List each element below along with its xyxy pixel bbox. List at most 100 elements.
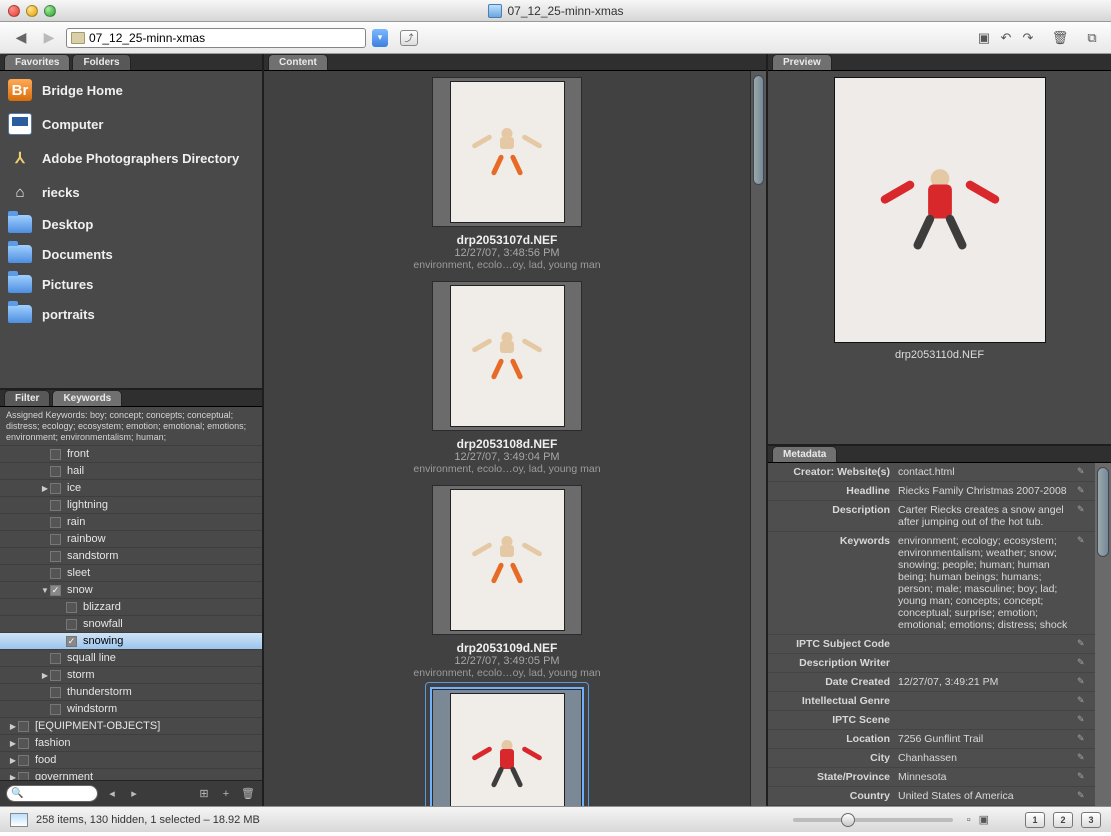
pencil-icon[interactable]: ✎ bbox=[1077, 466, 1091, 478]
thumbnail-cell[interactable]: drp2053109d.NEF12/27/07, 3:49:05 PMenvir… bbox=[398, 485, 616, 679]
thumbnail-cell[interactable]: ★★★ · ·drp2053110d.NEF12/27/07, 3:49:21 … bbox=[398, 689, 616, 806]
path-bar[interactable]: 07_12_25-minn-xmas bbox=[66, 28, 366, 48]
zoom-button[interactable] bbox=[44, 5, 56, 17]
new-folder-icon[interactable]: ▣ bbox=[975, 30, 993, 46]
keyword-row[interactable]: ▶fashion bbox=[0, 734, 262, 751]
keyword-checkbox[interactable] bbox=[50, 687, 61, 698]
keyword-checkbox[interactable] bbox=[50, 551, 61, 562]
keyword-row[interactable]: rainbow bbox=[0, 530, 262, 547]
keyword-row[interactable]: ▼✓snow bbox=[0, 581, 262, 598]
keyword-row[interactable]: blizzard bbox=[0, 598, 262, 615]
keyword-row[interactable]: ▶food bbox=[0, 751, 262, 768]
metadata-row[interactable]: HeadlineRiecks Family Christmas 2007-200… bbox=[768, 482, 1095, 501]
metadata-row[interactable]: Location7256 Gunflint Trail✎ bbox=[768, 730, 1095, 749]
new-keyword-icon[interactable]: + bbox=[218, 786, 234, 802]
keyword-checkbox[interactable] bbox=[18, 772, 29, 780]
thumbnail-cell[interactable]: drp2053107d.NEF12/27/07, 3:48:56 PMenvir… bbox=[398, 77, 616, 271]
keyword-checkbox[interactable] bbox=[66, 602, 77, 613]
disclosure-arrow-icon[interactable]: ▶ bbox=[40, 671, 50, 680]
tab-folders[interactable]: Folders bbox=[72, 54, 130, 70]
tab-preview[interactable]: Preview bbox=[772, 54, 832, 70]
new-subkeyword-icon[interactable]: ⊞ bbox=[196, 786, 212, 802]
keyword-row[interactable]: ▶storm bbox=[0, 666, 262, 683]
keyword-checkbox[interactable] bbox=[50, 449, 61, 460]
keyword-checkbox[interactable] bbox=[18, 738, 29, 749]
keyword-tree[interactable]: fronthail▶icelightningrainrainbowsandsto… bbox=[0, 445, 262, 780]
pencil-icon[interactable]: ✎ bbox=[1077, 695, 1091, 707]
pencil-icon[interactable]: ✎ bbox=[1077, 790, 1091, 802]
keyword-checkbox[interactable] bbox=[50, 653, 61, 664]
forward-button[interactable]: ▶ bbox=[38, 29, 60, 47]
keyword-row[interactable]: squall line bbox=[0, 649, 262, 666]
workspace-2-button[interactable]: 2 bbox=[1053, 812, 1073, 828]
metadata-row[interactable]: DescriptionCarter Riecks creates a snow … bbox=[768, 501, 1095, 532]
grid-large-icon[interactable]: ▣ bbox=[979, 813, 989, 826]
pencil-icon[interactable]: ✎ bbox=[1077, 535, 1091, 631]
statusbar-thumbnail-icon[interactable] bbox=[10, 813, 28, 827]
keyword-checkbox[interactable] bbox=[50, 500, 61, 511]
metadata-row[interactable]: CountryUnited States of America✎ bbox=[768, 787, 1095, 806]
disclosure-arrow-icon[interactable]: ▼ bbox=[40, 586, 50, 595]
preview-image[interactable] bbox=[834, 77, 1046, 343]
delete-keyword-icon[interactable]: 🗑 bbox=[240, 786, 256, 802]
keyword-row[interactable]: front bbox=[0, 445, 262, 462]
thumbnail-size-slider[interactable] bbox=[793, 818, 953, 822]
keyword-checkbox[interactable]: ✓ bbox=[50, 585, 61, 596]
disclosure-arrow-icon[interactable]: ▶ bbox=[8, 722, 18, 731]
tab-filter[interactable]: Filter bbox=[4, 390, 50, 406]
metadata-row[interactable]: CityChanhassen✎ bbox=[768, 749, 1095, 768]
keyword-checkbox[interactable] bbox=[50, 670, 61, 681]
path-dropdown[interactable]: ▾ bbox=[372, 29, 388, 47]
disclosure-arrow-icon[interactable]: ▶ bbox=[8, 756, 18, 765]
metadata-row[interactable]: Description Writer✎ bbox=[768, 654, 1095, 673]
thumbnail-cell[interactable]: drp2053108d.NEF12/27/07, 3:49:04 PMenvir… bbox=[398, 281, 616, 475]
content-scrollbar[interactable] bbox=[750, 71, 766, 806]
keyword-row[interactable]: rain bbox=[0, 513, 262, 530]
keyword-checkbox[interactable] bbox=[50, 517, 61, 528]
rotate-cw-icon[interactable]: ↷ bbox=[1019, 30, 1037, 46]
keyword-checkbox[interactable] bbox=[50, 534, 61, 545]
keyword-search-input[interactable]: 🔍 bbox=[6, 785, 98, 802]
metadata-row[interactable]: IPTC Subject Code✎ bbox=[768, 635, 1095, 654]
pencil-icon[interactable]: ✎ bbox=[1077, 657, 1091, 669]
keyword-checkbox[interactable]: ✓ bbox=[66, 636, 77, 647]
keyword-row[interactable]: ▶ice bbox=[0, 479, 262, 496]
metadata-row[interactable]: Keywordsenvironment; ecology; ecosystem;… bbox=[768, 532, 1095, 635]
fav-adobe-photo-dir[interactable]: ⅄Adobe Photographers Directory bbox=[0, 141, 262, 175]
fav-portraits[interactable]: portraits bbox=[0, 299, 262, 329]
metadata-row[interactable]: Date Created12/27/07, 3:49:21 PM✎ bbox=[768, 673, 1095, 692]
prev-keyword-icon[interactable]: ◂ bbox=[104, 786, 120, 802]
metadata-scrollbar[interactable] bbox=[1095, 463, 1111, 807]
pencil-icon[interactable]: ✎ bbox=[1077, 676, 1091, 688]
close-button[interactable] bbox=[8, 5, 20, 17]
keyword-checkbox[interactable] bbox=[66, 619, 77, 630]
grid-small-icon[interactable]: ▫ bbox=[967, 814, 971, 826]
disclosure-arrow-icon[interactable]: ▶ bbox=[8, 773, 18, 780]
keyword-row[interactable]: windstorm bbox=[0, 700, 262, 717]
fav-desktop[interactable]: Desktop bbox=[0, 209, 262, 239]
next-keyword-icon[interactable]: ▸ bbox=[126, 786, 142, 802]
keyword-checkbox[interactable] bbox=[18, 721, 29, 732]
tab-keywords[interactable]: Keywords bbox=[52, 390, 122, 406]
pencil-icon[interactable]: ✎ bbox=[1077, 485, 1091, 497]
pencil-icon[interactable]: ✎ bbox=[1077, 752, 1091, 764]
fav-computer[interactable]: Computer bbox=[0, 107, 262, 141]
go-up-button[interactable]: ⤴ bbox=[400, 30, 418, 46]
fav-riecks[interactable]: ⌂riecks bbox=[0, 175, 262, 209]
fav-bridge-home[interactable]: BrBridge Home bbox=[0, 73, 262, 107]
minimize-button[interactable] bbox=[26, 5, 38, 17]
tab-metadata[interactable]: Metadata bbox=[772, 446, 837, 462]
keyword-row[interactable]: snowfall bbox=[0, 615, 262, 632]
keyword-row[interactable]: thunderstorm bbox=[0, 683, 262, 700]
keyword-checkbox[interactable] bbox=[50, 704, 61, 715]
keyword-row[interactable]: ✓snowing bbox=[0, 632, 262, 649]
keyword-checkbox[interactable] bbox=[50, 466, 61, 477]
pencil-icon[interactable]: ✎ bbox=[1077, 504, 1091, 528]
keyword-row[interactable]: lightning bbox=[0, 496, 262, 513]
keyword-row[interactable]: sleet bbox=[0, 564, 262, 581]
fav-pictures[interactable]: Pictures bbox=[0, 269, 262, 299]
tab-content[interactable]: Content bbox=[268, 54, 328, 70]
keyword-row[interactable]: hail bbox=[0, 462, 262, 479]
keyword-checkbox[interactable] bbox=[18, 755, 29, 766]
metadata-row[interactable]: IPTC Scene✎ bbox=[768, 711, 1095, 730]
